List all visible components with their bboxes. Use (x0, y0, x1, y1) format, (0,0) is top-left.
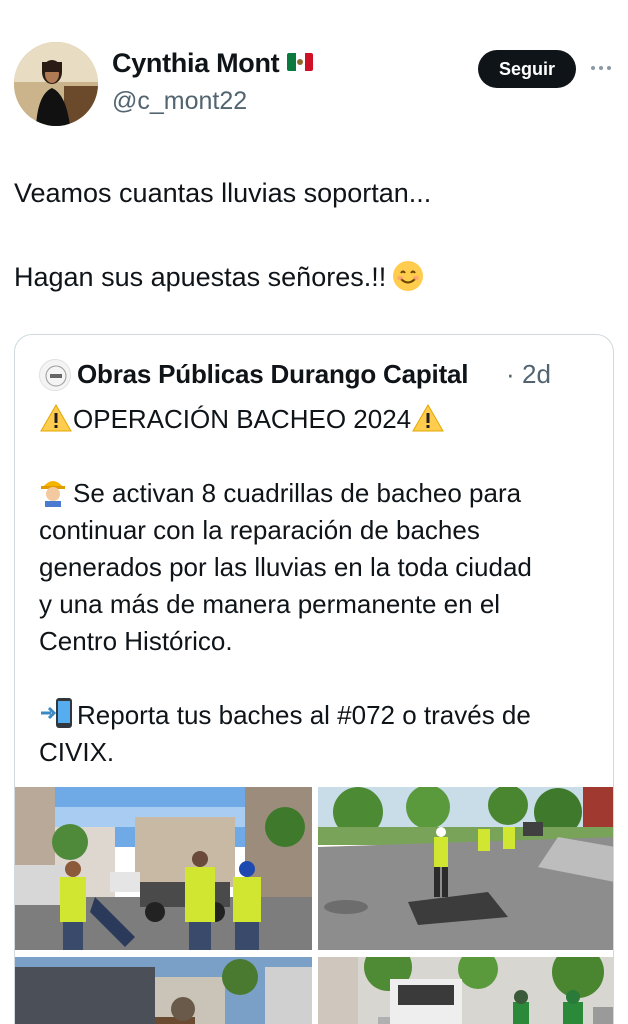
quoted-heading-text: OPERACIÓN BACHEO 2024 (73, 404, 412, 434)
quoted-report-line: CIVIX. (39, 737, 115, 767)
warning-icon (39, 403, 73, 433)
construction-worker-icon (39, 475, 67, 507)
tweet-line: Hagan sus apuestas señores.!! (14, 256, 614, 298)
quoted-tweet-card[interactable]: Obras Públicas Durango Capital · 2d OPER… (14, 334, 614, 1024)
photo-pothole-street[interactable] (318, 787, 613, 950)
follow-button[interactable]: Seguir (478, 50, 576, 88)
tweet-line: Veamos cuantas lluvias soportan... (14, 178, 432, 208)
quoted-body-line: generados por las lluvias en la toda ciu… (39, 552, 532, 582)
more-options-icon[interactable] (588, 56, 612, 80)
photo-workers-truck[interactable] (15, 787, 312, 950)
mexico-flag-icon (287, 53, 314, 71)
warning-icon (411, 403, 445, 433)
mobile-phone-arrow-icon (39, 697, 75, 729)
tweet-text: Veamos cuantas lluvias soportan... Hagan… (14, 172, 614, 298)
photo-street-buildings[interactable] (15, 957, 312, 1024)
quoted-body-line: Se activan 8 cuadrillas de bacheo para (39, 475, 609, 512)
quoted-author-name[interactable]: Obras Públicas Durango Capital (77, 359, 469, 390)
quoted-body-text: Se activan 8 cuadrillas de bacheo para (73, 478, 522, 508)
quoted-body-line: y una más de manera permanente en el (39, 589, 501, 619)
quoted-body-line: continuar con la reparación de baches (39, 515, 480, 545)
quoted-body-line: Centro Histórico. (39, 626, 233, 656)
quoted-tweet-body: OPERACIÓN BACHEO 2024 Se activan 8 cuadr… (39, 401, 609, 771)
tweet-line-text: Hagan sus apuestas señores.!! (14, 262, 387, 292)
media-grid (15, 787, 613, 1024)
time-separator: · (506, 359, 515, 389)
author-handle[interactable]: @c_mont22 (112, 87, 247, 116)
quoted-report-line: Reporta tus baches al #072 o través de (39, 697, 609, 734)
tweet-header: Cynthia Mont @c_mont22 Seguir (14, 42, 614, 126)
quoted-report-text: Reporta tus baches al #072 o través de (77, 700, 531, 730)
author-name[interactable]: Cynthia Mont (112, 48, 314, 79)
quoted-author-avatar[interactable] (39, 359, 71, 391)
quoted-heading: OPERACIÓN BACHEO 2024 (39, 401, 609, 438)
smiling-face-icon (392, 260, 424, 292)
photo-pickup-crew[interactable] (318, 957, 613, 1024)
quoted-timestamp[interactable]: 2d (522, 359, 551, 390)
author-avatar[interactable] (14, 42, 98, 126)
